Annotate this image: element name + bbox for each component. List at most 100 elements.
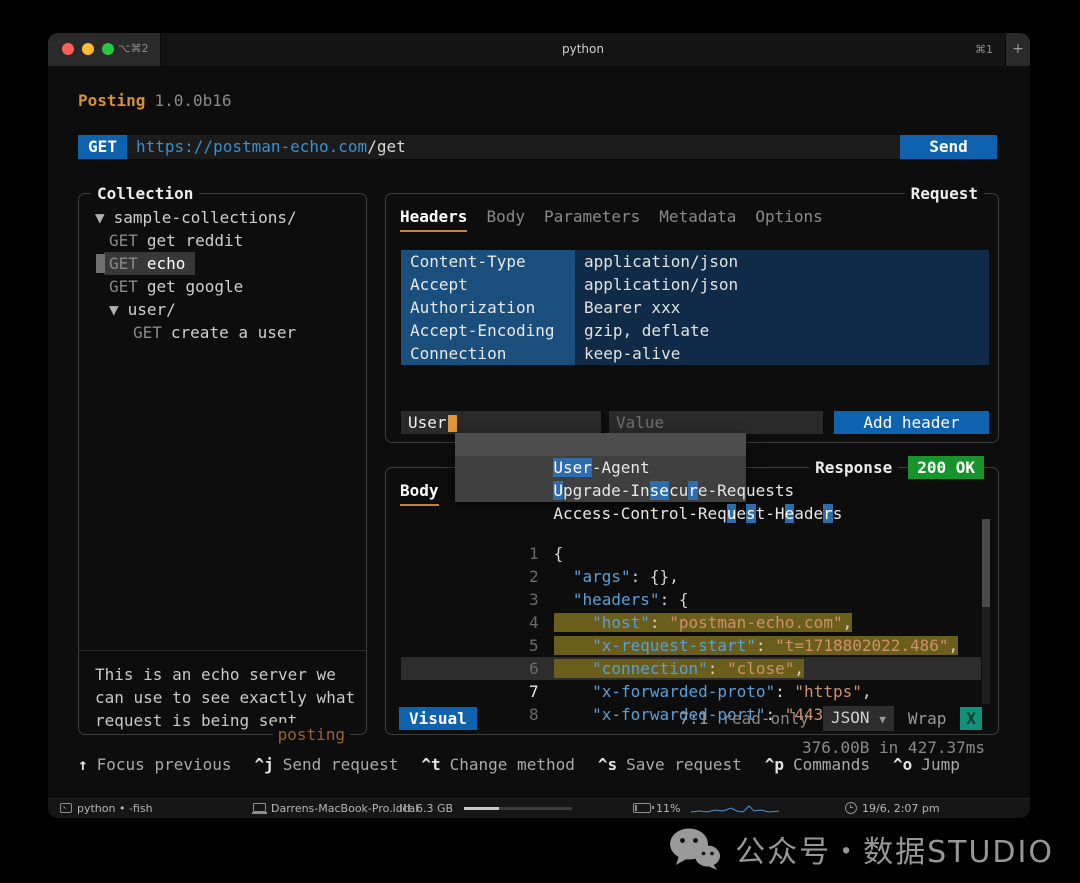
description-line: can use to see exactly what [95,686,355,709]
terminal-tab[interactable]: python ⌘1 [160,33,1006,66]
editor-status-row: Visual 7:1 read-only JSON ▼ Wrap X [399,707,982,730]
collection-tree-item[interactable]: ▼ user/ [79,298,365,321]
request-tab[interactable]: Headers [400,207,467,232]
autocomplete-text-segment: se [650,481,669,500]
keybinding[interactable]: ^t Change method [421,755,575,774]
request-name: get google [147,275,243,298]
header-value-cell: keep-alive [575,342,989,365]
request-method-label: GET [109,252,138,275]
keybinding[interactable]: ^p Commands [765,755,870,774]
terminal-status-bar: python • -fish Darrens-MacBook-Pro.local… [48,798,1030,818]
scrollbar[interactable] [982,519,990,704]
scrollbar-thumb[interactable] [982,519,990,607]
keybinding[interactable]: ↑ Focus previous [78,755,232,774]
language-select[interactable]: JSON ▼ [823,706,894,731]
url-input[interactable]: https://postman-echo.com/get [127,135,900,159]
collection-tree-item[interactable]: GET echo [79,252,365,275]
keybinding-key: ^s [598,755,617,774]
expand-arrow-icon[interactable]: ▼ [109,298,119,321]
header-key-cell: Accept-Encoding [401,319,575,342]
keybinding-label: Change method [450,755,575,774]
line-number: 7 [517,680,539,703]
code-token: : [756,636,775,655]
shell-icon [60,803,72,813]
chevron-down-icon: ▼ [879,713,886,726]
header-key-input[interactable]: User [401,411,601,434]
code-content: "host": "postman-echo.com", [554,613,853,632]
header-key-cell: Authorization [401,296,575,319]
collection-tree-item[interactable]: GET get google [79,275,365,298]
code-token [554,567,573,586]
keybinding[interactable]: ^j Send request [255,755,399,774]
header-value-placeholder: Value [616,413,664,432]
keybinding[interactable]: ^s Save request [598,755,742,774]
keybinding[interactable]: ^o Jump [893,755,960,774]
url-host-text: https://postman-echo.com [136,137,367,156]
new-tab-button[interactable]: + [1006,33,1030,66]
wrap-toggle[interactable]: X [960,707,982,730]
request-tab[interactable]: Metadata [659,207,736,232]
autocomplete-text-segment: Access-Control-Req [553,504,726,523]
code-token: "postman-echo.com" [669,613,842,632]
autocomplete-text-segment: s [746,504,756,523]
app-header: Posting1.0.0b16 [78,91,232,110]
readonly-label: read-only [722,709,809,728]
code-token: : [650,613,669,632]
keybinding-label: Jump [921,755,960,774]
language-value: JSON [831,708,870,727]
autocomplete-option[interactable]: User-Agent [455,433,746,456]
close-window-button[interactable] [62,43,74,55]
autocomplete-text-segment: s [833,504,843,523]
request-tab[interactable]: Options [755,207,822,232]
header-row[interactable]: Accept application/json [401,273,989,296]
response-tabs: Body [400,481,439,506]
keybinding-label: Send request [283,755,399,774]
send-button[interactable]: Send [900,135,997,159]
shell-segment: python • -fish [60,799,153,817]
collection-tree: ▼ sample-collections/ GET get reddit [79,206,365,344]
terminal-window: ⌥⌘2 python ⌘1 + Posting1.0.0b16 GET http… [48,33,1030,818]
header-row[interactable]: Connection keep-alive [401,342,989,365]
battery-icon [633,803,651,813]
response-tab-body[interactable]: Body [400,481,439,506]
keybinding-label: Focus previous [97,755,232,774]
header-key-cell: Accept [401,273,575,296]
collection-tree-item[interactable]: GET get reddit [79,229,365,252]
app-name-badge: posting [273,723,350,746]
code-token: "args" [573,567,631,586]
collection-tree-item[interactable]: ▼ sample-collections/ [79,206,365,229]
minimize-window-button[interactable] [82,43,94,55]
autocomplete-text-segment: pgrade-In [563,481,650,500]
code-token: "x-request-start" [592,636,756,655]
response-title-row: Response 200 OK [809,456,984,479]
description-line: This is an echo server we [95,663,355,686]
header-row[interactable]: Content-Type application/json [401,250,989,273]
cpu-label: 11% [656,802,680,815]
request-name: user/ [128,298,176,321]
app-version: 1.0.0b16 [154,91,231,110]
code-content: "x-forwarded-proto": "https", [554,682,872,701]
collection-panel: Collection ▼ sample-collections/ [78,193,367,735]
code-token [554,636,593,655]
zoom-window-button[interactable] [102,43,114,55]
code-token: : [775,682,794,701]
header-key-cell: Connection [401,342,575,365]
header-row[interactable]: Accept-Encoding gzip, deflate [401,319,989,342]
expand-arrow-icon[interactable]: ▼ [95,206,105,229]
request-tab[interactable]: Body [486,207,525,232]
header-value-input[interactable]: Value [609,411,823,434]
autocomplete-text-segment: e [736,504,746,523]
clock-label: 19/6, 2:07 pm [862,802,940,815]
request-tab[interactable]: Parameters [544,207,640,232]
code-token [554,590,573,609]
autocomplete-text-segment: t-H [756,504,785,523]
add-header-button[interactable]: Add header [834,411,989,434]
collection-tree-item[interactable]: GET create a user [79,321,365,344]
autocomplete-text-segment: e-Requests [698,481,794,500]
method-badge[interactable]: GET [78,135,127,159]
header-row[interactable]: Authorization Bearer xxx [401,296,989,319]
collection-panel-title: Collection [91,182,199,205]
terminal-tab-title: python [161,42,1005,56]
header-value-cell: application/json [575,250,989,273]
line-number: 5 [517,634,539,657]
